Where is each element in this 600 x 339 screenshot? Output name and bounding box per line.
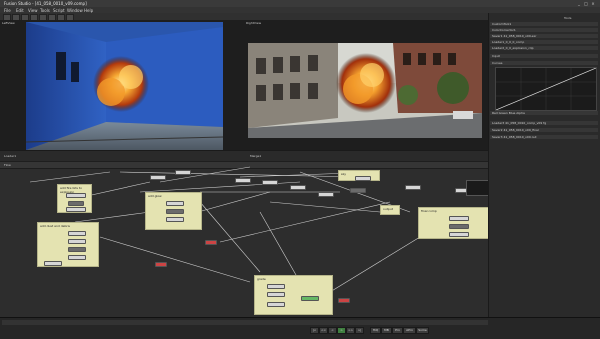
go-to-start-button[interactable]: |< xyxy=(310,327,319,334)
auto-proxy-toggle[interactable]: APrx xyxy=(403,327,416,334)
flow-node[interactable] xyxy=(290,185,306,190)
note-title: output xyxy=(383,207,393,211)
note-glow[interactable]: add glow xyxy=(145,192,202,230)
maximize-button[interactable]: □ xyxy=(583,1,589,6)
right-viewer-label: RightView xyxy=(246,21,262,25)
flow-node[interactable] xyxy=(68,201,84,206)
flow-node[interactable] xyxy=(68,255,86,260)
flow-node[interactable] xyxy=(68,231,86,236)
flow-node[interactable] xyxy=(235,178,251,183)
left-viewer-label: LeftView xyxy=(2,21,15,25)
timeline-ruler[interactable] xyxy=(2,320,488,325)
curve-graph xyxy=(495,67,597,111)
flow-node[interactable] xyxy=(449,216,469,221)
selective-update-toggle[interactable]: Some xyxy=(416,327,429,334)
flow-node[interactable] xyxy=(267,292,285,297)
flow-node[interactable] xyxy=(68,239,86,244)
proxy-toggle[interactable]: Prx xyxy=(392,327,403,334)
flow-node[interactable] xyxy=(449,232,469,237)
flow-node[interactable] xyxy=(267,302,285,307)
flow-node[interactable] xyxy=(267,284,285,289)
inspector-row[interactable]: Loader1_0_0_0_comp xyxy=(490,40,598,44)
flow-node[interactable] xyxy=(66,193,86,198)
flow-node[interactable] xyxy=(166,217,184,222)
flow-node[interactable] xyxy=(449,224,469,229)
left-viewer[interactable] xyxy=(26,22,223,150)
play-button[interactable]: > xyxy=(337,327,346,334)
inspector-row[interactable]: Saver1 41_058_0010_v09.exr xyxy=(490,34,598,38)
inspector-row[interactable]: Red Green Blue Alpha xyxy=(490,111,598,115)
inspector-row[interactable]: Saver2 41_058_0010_v09_final xyxy=(490,128,598,132)
right-viewer-image xyxy=(248,43,482,138)
flow-node[interactable] xyxy=(318,192,334,197)
note-title: add dust and debris xyxy=(40,224,70,228)
flow-node[interactable] xyxy=(175,170,191,175)
rewind-button[interactable]: << xyxy=(319,327,328,334)
right-viewer[interactable] xyxy=(248,43,482,138)
note-title: add glow xyxy=(148,194,162,198)
note-sky[interactable]: sky xyxy=(338,170,380,181)
right-viewer-footer: Merge1 xyxy=(250,154,262,158)
flow-navigator[interactable] xyxy=(466,180,490,196)
flow-node[interactable] xyxy=(150,175,166,180)
flow-node[interactable] xyxy=(262,180,278,185)
left-viewer-image xyxy=(26,22,223,150)
flow-node[interactable] xyxy=(44,261,62,266)
inspector-row[interactable]: Loader3 41_058_0010_comp_v09 fg xyxy=(490,121,598,125)
hiq-toggle[interactable]: HiQ xyxy=(370,327,381,334)
note-title: grade xyxy=(257,277,266,281)
motion-blur-toggle[interactable]: MB xyxy=(381,327,392,334)
flow-node[interactable] xyxy=(350,188,366,193)
note-grade[interactable]: grade xyxy=(254,275,333,315)
flow-node[interactable] xyxy=(301,296,319,301)
flow-node[interactable] xyxy=(338,298,350,303)
inspector-row[interactable]: Loader2_0_0_explosion_clip xyxy=(490,46,598,50)
inspector-tab[interactable]: Tools xyxy=(564,16,571,20)
fast-forward-button[interactable]: >> xyxy=(346,327,355,334)
inspector-row[interactable]: Input xyxy=(490,54,598,58)
inspector-row[interactable]: Curves xyxy=(490,61,598,65)
step-back-button[interactable]: < xyxy=(328,327,337,334)
close-button[interactable]: × xyxy=(590,1,596,6)
flow-node[interactable] xyxy=(355,176,371,181)
flow-node[interactable] xyxy=(66,207,86,212)
go-to-end-button[interactable]: >| xyxy=(355,327,364,334)
viewer-footer: Loader1 Merge1 xyxy=(0,150,488,161)
inspector-row[interactable]: CustomTool1 xyxy=(490,22,598,26)
flow-node[interactable] xyxy=(155,262,167,267)
note-fire-bits[interactable]: add fire bits to explosion xyxy=(57,184,92,213)
flow-node[interactable] xyxy=(205,240,217,245)
note-title: sky xyxy=(341,172,346,176)
inspector-row[interactable]: ColorCorrector1 xyxy=(490,28,598,32)
flow-node[interactable] xyxy=(166,209,184,214)
minimize-button[interactable]: _ xyxy=(576,1,582,6)
curve-editor[interactable] xyxy=(495,67,597,111)
flow-node[interactable] xyxy=(68,247,86,252)
note-final-comp[interactable]: final comp xyxy=(418,207,489,239)
window-title: Fusion Studio - [41_058_0010_v09.comp] xyxy=(4,1,87,6)
note-output[interactable]: output xyxy=(380,205,400,215)
flow-node[interactable] xyxy=(405,185,421,190)
left-viewer-footer: Loader1 xyxy=(4,154,17,158)
inspector-row[interactable]: Saver3 41_058_0010_v09 out xyxy=(490,135,598,139)
note-dust-debris[interactable]: add dust and debris xyxy=(37,222,99,267)
flow-node[interactable] xyxy=(166,201,184,206)
note-title: final comp xyxy=(421,209,437,213)
